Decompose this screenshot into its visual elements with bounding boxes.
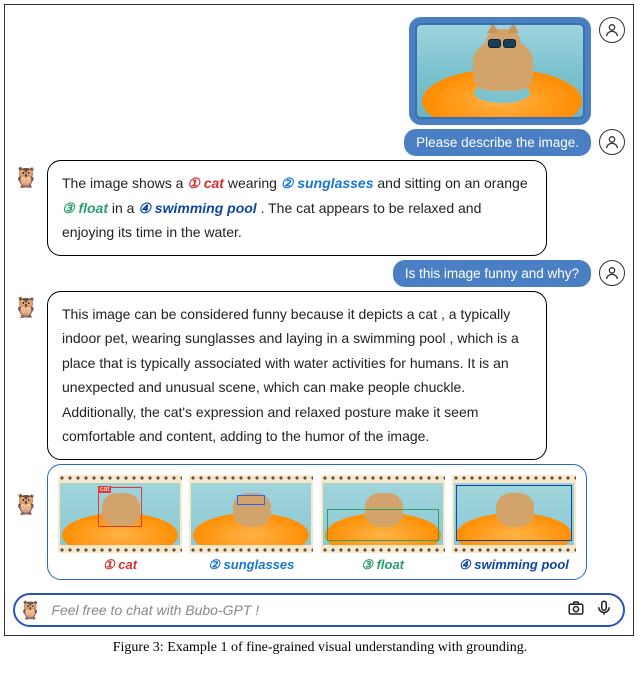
ai-msg-row: 🦉 The image shows a ① cat wearing ② sung… [13, 160, 625, 256]
user-avatar-icon [599, 260, 625, 286]
ai-msg-text: This image can be considered funny becau… [62, 306, 519, 445]
ai-msg-bubble: This image can be considered funny becau… [47, 291, 547, 460]
thumb-label: ③ float [321, 557, 445, 573]
user-msg-bubble: Is this image funny and why? [393, 260, 591, 287]
ai-text-fragment: The image shows a [62, 175, 187, 191]
user-avatar-icon [599, 17, 625, 43]
grounding-row: 🦉 cat ① cat ② sunglasses [13, 464, 625, 580]
grounded-tag-sunglasses: ② sunglasses [281, 175, 374, 191]
user-avatar-icon [599, 129, 625, 155]
thumb-label: ② sunglasses [189, 557, 313, 573]
user-msg-text: Is this image funny and why? [405, 266, 579, 281]
user-msg-bubble: Please describe the image. [404, 129, 591, 156]
grounded-tag-cat: ① cat [187, 175, 224, 191]
ai-msg-row: 🦉 This image can be considered funny bec… [13, 291, 625, 460]
chat-container: Please describe the image. 🦉 The image s… [4, 4, 634, 636]
ai-text-fragment: wearing [228, 175, 281, 191]
grounding-thumb: cat ① cat [58, 475, 182, 573]
grounding-thumb: ② sunglasses [189, 475, 313, 573]
ai-avatar-icon: 🦉 [13, 164, 39, 190]
grounding-thumb: ④ swimming pool [452, 475, 576, 573]
ai-avatar-icon: 🦉 [13, 295, 39, 321]
grounding-thumb: ③ float [321, 475, 445, 573]
user-msg-row: Is this image funny and why? [13, 260, 625, 287]
ai-avatar-icon: 🦉 [13, 492, 39, 518]
chat-input[interactable]: Feel free to chat with Bubo-GPT ! [51, 602, 557, 618]
user-image-row [13, 17, 625, 125]
ai-text-fragment: in a [112, 200, 138, 216]
figure-caption: Figure 3: Example 1 of fine-grained visu… [0, 640, 640, 656]
user-image-bubble [409, 17, 591, 125]
camera-icon[interactable] [567, 599, 585, 622]
user-msg-row: Please describe the image. [13, 129, 625, 156]
grounding-panel: cat ① cat ② sunglasses ③ float [47, 464, 587, 580]
thumb-label: ① cat [58, 557, 182, 573]
ai-text-fragment: and sitting on an orange [377, 175, 527, 191]
mic-icon[interactable] [595, 599, 613, 622]
owl-icon: 🦉 [19, 600, 41, 621]
user-msg-text: Please describe the image. [416, 135, 579, 150]
grounded-tag-pool: ④ swimming pool [138, 200, 256, 216]
uploaded-image [415, 23, 585, 119]
ai-msg-bubble: The image shows a ① cat wearing ② sungla… [47, 160, 547, 256]
thumb-label: ④ swimming pool [452, 557, 576, 573]
grounded-tag-float: ③ float [62, 200, 108, 216]
chat-input-bar: 🦉 Feel free to chat with Bubo-GPT ! [13, 593, 625, 627]
